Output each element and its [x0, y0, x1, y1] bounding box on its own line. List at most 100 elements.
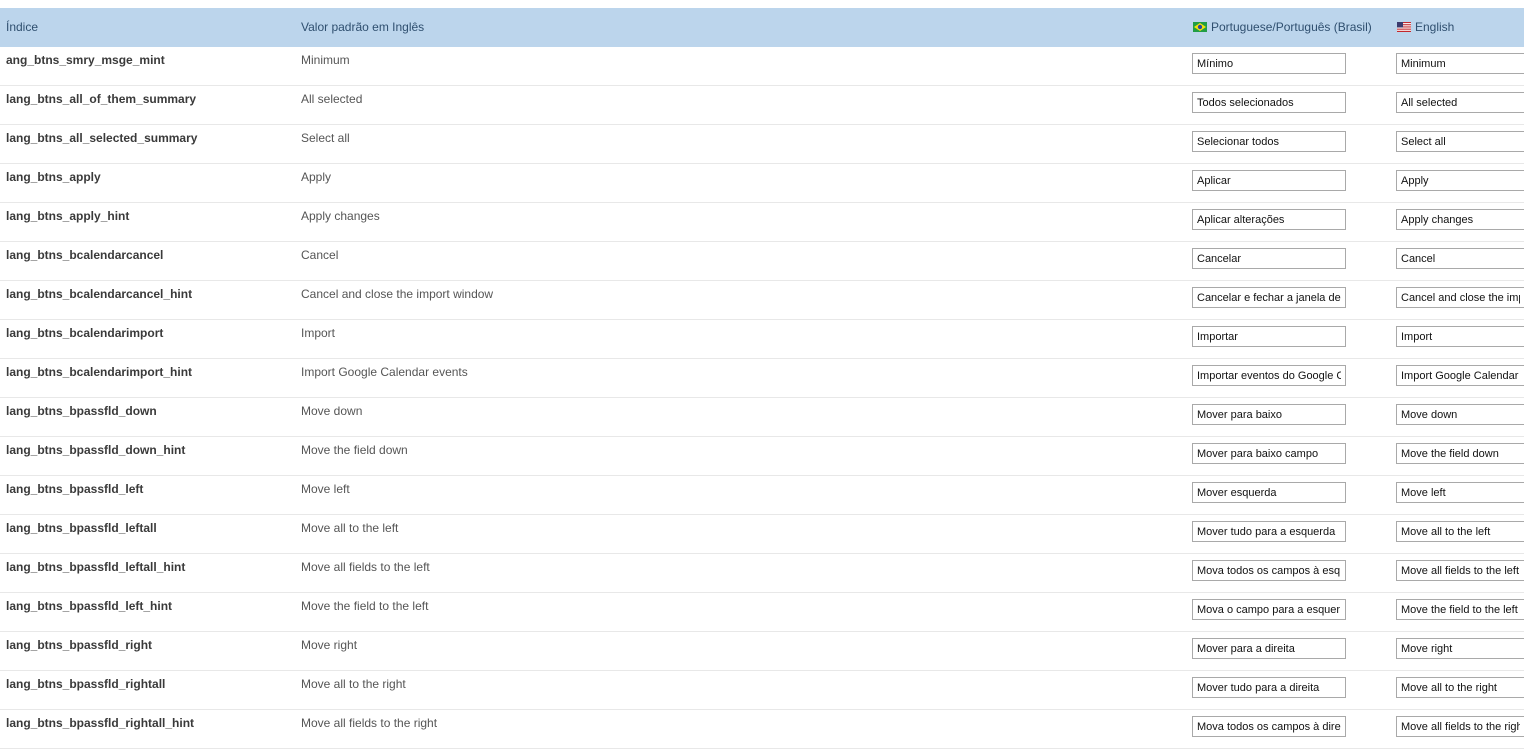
column-header-english: English: [1397, 8, 1454, 47]
english-translation-input[interactable]: [1396, 716, 1524, 737]
default-value-text: Move all to the right: [301, 677, 406, 691]
index-key: lang_btns_apply_hint: [6, 209, 130, 223]
default-value-text: Move down: [301, 404, 363, 418]
table-row: lang_btns_bpassfld_leftall_hint Move all …: [0, 554, 1524, 593]
portuguese-translation-input[interactable]: [1192, 677, 1346, 698]
index-key: lang_btns_all_of_them_summary: [6, 92, 197, 106]
table-row: lang_btns_bcalendarcancel_hint Cancel and…: [0, 281, 1524, 320]
portuguese-translation-input[interactable]: [1192, 716, 1346, 737]
default-value-text: Select all: [301, 131, 350, 145]
portuguese-translation-input[interactable]: [1192, 170, 1346, 191]
default-value-text: Apply changes: [301, 209, 380, 223]
default-value-text: Minimum: [301, 53, 350, 67]
portuguese-translation-input[interactable]: [1192, 209, 1346, 230]
table-row: lang_btns_bcalendarcancel Cancel: [0, 242, 1524, 281]
table-body: ang_btns_smry_msge_mint Minimum lang_btns_…: [0, 47, 1524, 749]
portuguese-translation-input[interactable]: [1192, 482, 1346, 503]
table-row: lang_btns_bcalendarimport_hint Import Goo…: [0, 359, 1524, 398]
portuguese-translation-input[interactable]: [1192, 365, 1346, 386]
index-key: lang_btns_bcalendarimport_hint: [6, 365, 193, 379]
portuguese-translation-input[interactable]: [1192, 599, 1346, 620]
index-key: lang_btns_bcalendarcancel_hint: [6, 287, 193, 301]
english-translation-input[interactable]: [1396, 248, 1524, 269]
table-row: lang_btns_all_selected_summary Select all: [0, 125, 1524, 164]
english-translation-input[interactable]: [1396, 53, 1524, 74]
default-value-text: Move all to the left: [301, 521, 399, 535]
portuguese-translation-input[interactable]: [1192, 92, 1346, 113]
column-header-index[interactable]: Índice: [6, 8, 38, 47]
table-row: lang_btns_bpassfld_rightall Move all to t…: [0, 671, 1524, 710]
default-value-text: Cancel: [301, 248, 339, 262]
default-value-text: Import Google Calendar events: [301, 365, 468, 379]
table-row: lang_btns_bpassfld_right Move right: [0, 632, 1524, 671]
english-translation-input[interactable]: [1396, 131, 1524, 152]
index-key: lang_btns_bpassfld_leftall: [6, 521, 157, 535]
portuguese-translation-input[interactable]: [1192, 404, 1346, 425]
index-key: lang_btns_apply: [6, 170, 101, 184]
english-translation-input[interactable]: [1396, 170, 1524, 191]
default-value-text: Move all fields to the left: [301, 560, 430, 574]
table-row: lang_btns_bcalendarimport Import: [0, 320, 1524, 359]
english-translation-input[interactable]: [1396, 443, 1524, 464]
index-key: lang_btns_bpassfld_rightall: [6, 677, 166, 691]
portuguese-translation-input[interactable]: [1192, 53, 1346, 74]
english-translation-input[interactable]: [1396, 209, 1524, 230]
english-translation-input[interactable]: [1396, 521, 1524, 542]
us-flag-icon: [1397, 22, 1411, 32]
index-key: lang_btns_bpassfld_down_hint: [6, 443, 186, 457]
portuguese-translation-input[interactable]: [1192, 560, 1346, 581]
portuguese-translation-input[interactable]: [1192, 443, 1346, 464]
default-value-text: All selected: [301, 92, 363, 106]
english-translation-input[interactable]: [1396, 92, 1524, 113]
portuguese-translation-input[interactable]: [1192, 287, 1346, 308]
index-key: lang_btns_bpassfld_left_hint: [6, 599, 173, 613]
table-header: Índice Valor padrão em Inglês Portuguese…: [0, 8, 1524, 47]
brazil-flag-icon: [1193, 22, 1207, 32]
english-translation-input[interactable]: [1396, 599, 1524, 620]
index-key: lang_btns_bpassfld_left: [6, 482, 144, 496]
table-row: lang_btns_bpassfld_rightall_hint Move all…: [0, 710, 1524, 749]
translation-table: Índice Valor padrão em Inglês Portuguese…: [0, 8, 1524, 749]
index-key: ang_btns_smry_msge_mint: [6, 53, 165, 67]
english-label: English: [1415, 20, 1455, 34]
table-row: ang_btns_smry_msge_mint Minimum: [0, 47, 1524, 86]
english-translation-input[interactable]: [1396, 482, 1524, 503]
default-value-text: Cancel and close the import window: [301, 287, 494, 301]
portuguese-translation-input[interactable]: [1192, 131, 1346, 152]
english-translation-input[interactable]: [1396, 287, 1524, 308]
portuguese-translation-input[interactable]: [1192, 638, 1346, 659]
default-value-text: Move the field to the left: [301, 599, 429, 613]
english-translation-input[interactable]: [1396, 365, 1524, 386]
portuguese-translation-input[interactable]: [1192, 248, 1346, 269]
portuguese-translation-input[interactable]: [1192, 326, 1346, 347]
table-row: lang_btns_bpassfld_down_hint Move the fie…: [0, 437, 1524, 476]
english-translation-input[interactable]: [1396, 404, 1524, 425]
index-key: lang_btns_all_selected_summary: [6, 131, 198, 145]
default-value-text: Apply: [301, 170, 332, 184]
table-row: lang_btns_bpassfld_left_hint Move the fie…: [0, 593, 1524, 632]
index-key: lang_btns_bpassfld_rightall_hint: [6, 716, 195, 730]
default-value-text: Move right: [301, 638, 358, 652]
english-translation-input[interactable]: [1396, 560, 1524, 581]
table-row: lang_btns_bpassfld_leftall Move all to th…: [0, 515, 1524, 554]
index-key: lang_btns_bcalendarcancel: [6, 248, 164, 262]
table-row: lang_btns_apply_hint Apply changes: [0, 203, 1524, 242]
index-key: lang_btns_bpassfld_down: [6, 404, 157, 418]
english-translation-input[interactable]: [1396, 638, 1524, 659]
default-value-text: Move the field down: [301, 443, 408, 457]
english-translation-input[interactable]: [1396, 326, 1524, 347]
table-row: lang_btns_all_of_them_summary All selecte…: [0, 86, 1524, 125]
portuguese-label: Portuguese/Português (Brasil): [1211, 20, 1372, 34]
english-translation-input[interactable]: [1396, 677, 1524, 698]
table-row: lang_btns_apply Apply: [0, 164, 1524, 203]
index-key: lang_btns_bpassfld_right: [6, 638, 153, 652]
column-header-portuguese: Portuguese/Português (Brasil): [1193, 8, 1372, 47]
table-row: lang_btns_bpassfld_down Move down: [0, 398, 1524, 437]
default-value-text: Move all fields to the right: [301, 716, 438, 730]
default-value-text: Import: [301, 326, 336, 340]
portuguese-translation-input[interactable]: [1192, 521, 1346, 542]
table-row: lang_btns_bpassfld_left Move left: [0, 476, 1524, 515]
index-key: lang_btns_bcalendarimport: [6, 326, 164, 340]
default-value-text: Move left: [301, 482, 350, 496]
column-header-default-value[interactable]: Valor padrão em Inglês: [301, 8, 424, 47]
